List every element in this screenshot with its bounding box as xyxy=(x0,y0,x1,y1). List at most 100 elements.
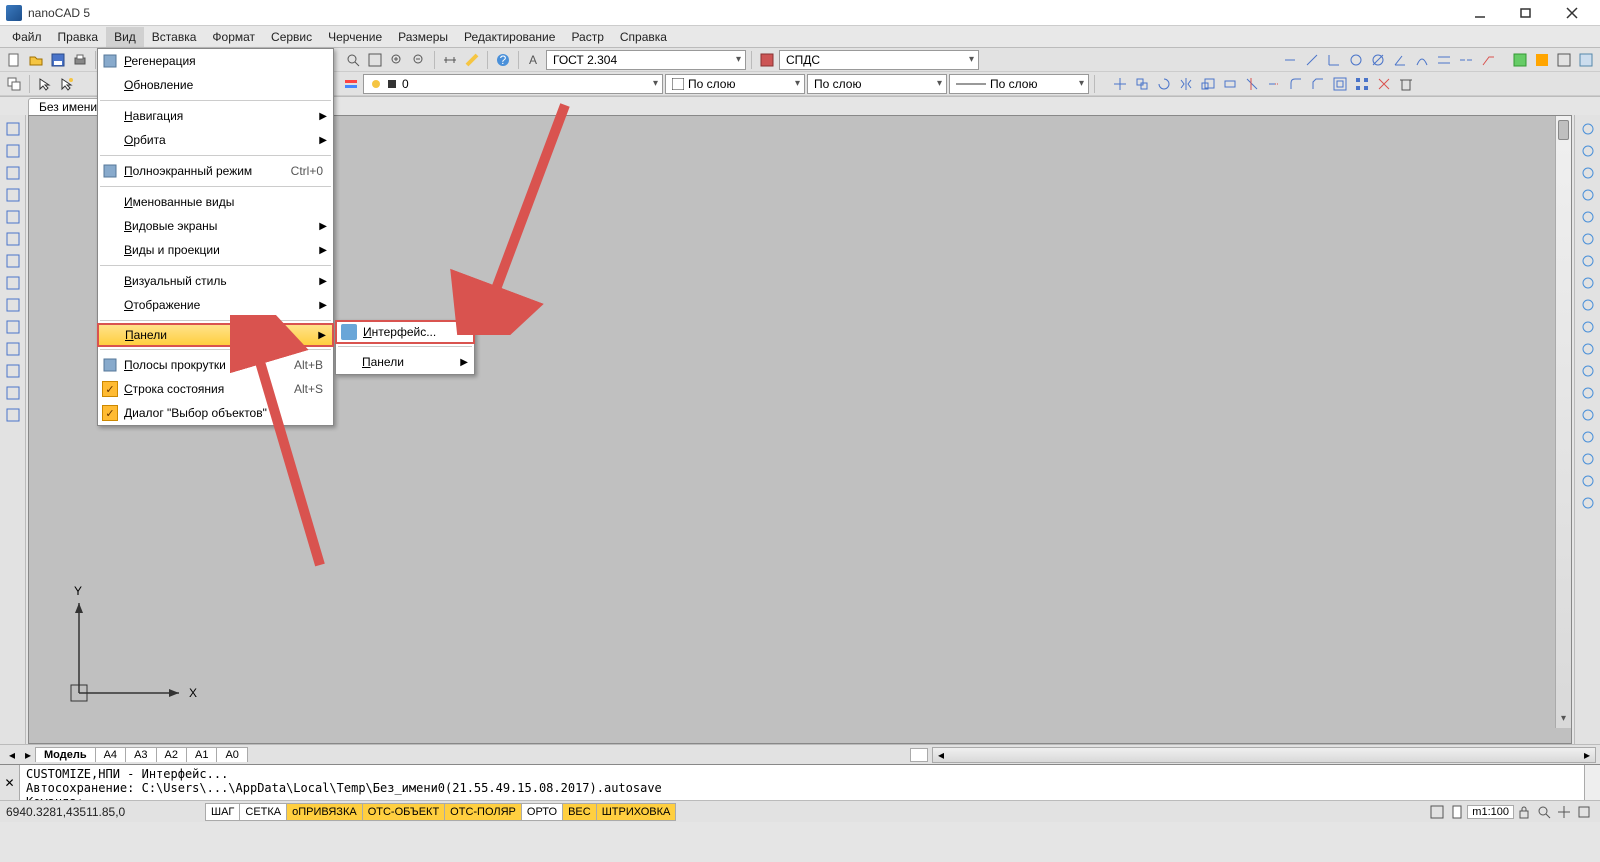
region-button[interactable] xyxy=(1576,50,1596,70)
menu-черчение[interactable]: Черчение xyxy=(320,27,390,47)
status-zoom-icon[interactable] xyxy=(1534,803,1554,821)
copy-button[interactable] xyxy=(1132,74,1152,94)
menu-вид[interactable]: Вид xyxy=(106,27,144,47)
close-button[interactable] xyxy=(1558,3,1586,23)
print-button[interactable] xyxy=(70,50,90,70)
help-button[interactable]: ? xyxy=(493,50,513,70)
dim-arc-button[interactable] xyxy=(1412,50,1432,70)
dim-leader-button[interactable] xyxy=(1478,50,1498,70)
toggle-штриховка[interactable]: ШТРИХОВКА xyxy=(596,803,677,821)
dim-ord-button[interactable] xyxy=(1324,50,1344,70)
polyline-tool[interactable] xyxy=(3,141,23,161)
textstyle-combo[interactable]: ГОСТ 2.304 xyxy=(546,50,746,70)
lineweight-combo[interactable]: По слою xyxy=(807,74,947,94)
submenu-item-интерфейс-[interactable]: Интерфейс... xyxy=(335,320,475,344)
menu-item-регенерация[interactable]: Регенерация xyxy=(98,49,333,73)
menu-правка[interactable]: Правка xyxy=(50,27,107,47)
orbit-button[interactable] xyxy=(1578,449,1598,469)
rotate-button[interactable] xyxy=(1154,74,1174,94)
menu-item-панели[interactable]: Панели▶ xyxy=(97,323,334,347)
menu-item-отображение[interactable]: Отображение▶ xyxy=(98,293,333,317)
snap-none-button[interactable] xyxy=(1578,405,1598,425)
layout-tab-модель[interactable]: Модель xyxy=(35,747,96,762)
snap-quad-button[interactable] xyxy=(1578,207,1598,227)
ellipse-tool[interactable] xyxy=(3,251,23,271)
array-button[interactable] xyxy=(1352,74,1372,94)
distance-button[interactable] xyxy=(440,50,460,70)
fillet-button[interactable] xyxy=(1286,74,1306,94)
extend-button[interactable] xyxy=(1264,74,1284,94)
arc-tool[interactable] xyxy=(3,229,23,249)
trim-button[interactable] xyxy=(1242,74,1262,94)
explode-button[interactable] xyxy=(1374,74,1394,94)
stretch-button[interactable] xyxy=(1220,74,1240,94)
color-combo[interactable]: По слою xyxy=(665,74,805,94)
menu-item-полосы-прокрутки[interactable]: Полосы прокруткиAlt+B xyxy=(98,353,333,377)
line-tool[interactable] xyxy=(3,119,23,139)
mirror-button[interactable] xyxy=(1176,74,1196,94)
text-style-button[interactable]: A xyxy=(524,50,544,70)
menu-формат[interactable]: Формат xyxy=(204,27,263,47)
text-tool[interactable] xyxy=(3,405,23,425)
layout-tab-a2[interactable]: A2 xyxy=(156,747,187,762)
rect-tool[interactable] xyxy=(3,163,23,183)
vertical-scrollbar[interactable]: ▾ xyxy=(1555,116,1571,728)
scale-button[interactable] xyxy=(1198,74,1218,94)
chamfer-button[interactable] xyxy=(1308,74,1328,94)
snap-mid-button[interactable] xyxy=(1578,141,1598,161)
menu-item-орбита[interactable]: Орбита▶ xyxy=(98,128,333,152)
menu-item-визуальный-стиль[interactable]: Визуальный стиль▶ xyxy=(98,269,333,293)
save-button[interactable] xyxy=(48,50,68,70)
scale-readout[interactable]: m1:100 xyxy=(1467,805,1514,819)
copy-props-button[interactable] xyxy=(4,74,24,94)
dim-cont-button[interactable] xyxy=(1456,50,1476,70)
dim-angular-button[interactable] xyxy=(1390,50,1410,70)
toggle-вес[interactable]: ВЕС xyxy=(562,803,597,821)
zoom-out-button[interactable] xyxy=(409,50,429,70)
dim-diameter-button[interactable] xyxy=(1368,50,1388,70)
tab-nav-prev[interactable]: ◂ xyxy=(4,748,20,762)
offset-button[interactable] xyxy=(1330,74,1350,94)
status-paper-icon[interactable] xyxy=(1447,803,1467,821)
menu-редактирование[interactable]: Редактирование xyxy=(456,27,563,47)
status-cursor-icon[interactable] xyxy=(1554,803,1574,821)
snap-tan-button[interactable] xyxy=(1578,317,1598,337)
linetype-combo[interactable]: По слою xyxy=(949,74,1089,94)
table-tool[interactable] xyxy=(3,383,23,403)
menu-растр[interactable]: Растр xyxy=(563,27,611,47)
dim-radius-button[interactable] xyxy=(1346,50,1366,70)
select-button[interactable] xyxy=(35,74,55,94)
toggle-отс-поляр[interactable]: ОТС-ПОЛЯР xyxy=(444,803,522,821)
snap-end-button[interactable] xyxy=(1578,119,1598,139)
boundary-button[interactable] xyxy=(1554,50,1574,70)
toggle-шаг[interactable]: ШАГ xyxy=(205,803,240,821)
open-button[interactable] xyxy=(26,50,46,70)
block-tool[interactable] xyxy=(3,361,23,381)
zoom-window-button[interactable] xyxy=(365,50,385,70)
snap-node-button[interactable] xyxy=(1578,185,1598,205)
minimize-button[interactable] xyxy=(1466,3,1494,23)
spline-tool[interactable] xyxy=(3,273,23,293)
submenu-item-панели[interactable]: Панели▶ xyxy=(336,350,474,374)
menu-справка[interactable]: Справка xyxy=(612,27,675,47)
status-lock-icon[interactable] xyxy=(1514,803,1534,821)
snap-app-button[interactable] xyxy=(1578,361,1598,381)
quick-select-button[interactable] xyxy=(57,74,77,94)
dim-linear-button[interactable] xyxy=(1280,50,1300,70)
menu-item-строка-состояния[interactable]: ✓Строка состоянияAlt+S xyxy=(98,377,333,401)
render-button[interactable] xyxy=(1578,493,1598,513)
layer-props-button[interactable] xyxy=(341,74,361,94)
status-model-icon[interactable] xyxy=(1427,803,1447,821)
menu-item-навигация[interactable]: Навигация▶ xyxy=(98,104,333,128)
status-tray-icon[interactable] xyxy=(1574,803,1594,821)
zoom-in-button[interactable] xyxy=(387,50,407,70)
command-line[interactable]: CUSTOMIZE,НПИ - Интерфейс... Автосохране… xyxy=(20,765,1584,800)
layout-tab-a4[interactable]: A4 xyxy=(95,747,126,762)
menu-item-именованные-виды[interactable]: Именованные виды xyxy=(98,190,333,214)
zoom-extents-button[interactable] xyxy=(343,50,363,70)
toggle-отс-объект[interactable]: ОТС-ОБЪЕКТ xyxy=(362,803,445,821)
polygon-tool[interactable] xyxy=(3,185,23,205)
menu-размеры[interactable]: Размеры xyxy=(390,27,456,47)
menu-файл[interactable]: Файл xyxy=(4,27,50,47)
snap-perp-button[interactable] xyxy=(1578,295,1598,315)
